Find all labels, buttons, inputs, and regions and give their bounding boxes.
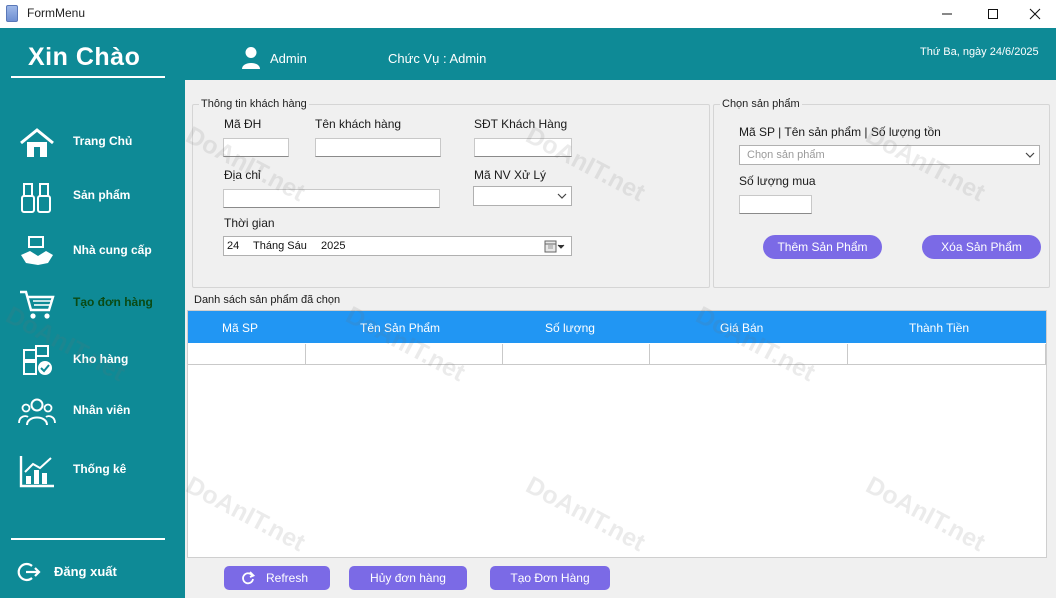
sidebar-item-create-order[interactable]: Tạo đơn hàng [0, 281, 185, 325]
logout-divider [11, 538, 165, 540]
logout-icon [17, 562, 41, 582]
sidebar-item-statistics[interactable]: Thống kê [0, 448, 185, 492]
close-button[interactable] [1012, 0, 1056, 28]
grid-cell[interactable] [503, 344, 650, 365]
product-select-label: Mã SP | Tên sản phẩm | Số lượng tồn [739, 125, 941, 139]
chevron-down-icon [557, 193, 567, 199]
address-input[interactable] [223, 189, 440, 208]
add-product-button[interactable]: Thêm Sản Phẩm [763, 235, 882, 259]
chart-icon [19, 456, 54, 488]
quantity-input[interactable] [739, 195, 812, 214]
usb-icon [21, 183, 51, 213]
selected-list-title: Danh sách sản phẩm đã chọn [194, 294, 341, 306]
logout-button[interactable]: Đăng xuất [14, 556, 174, 588]
calendar-icon[interactable] [544, 240, 566, 253]
grid-header: Mã SP Tên Sản Phẩm Số lượng Giá Bán Thàn… [188, 311, 1046, 343]
sidebar-item-label: Trang Chủ [73, 134, 133, 148]
staff-id-select[interactable] [473, 186, 572, 206]
date-month: Tháng Sáu [253, 240, 307, 252]
sidebar-item-staff[interactable]: Nhân viên [0, 389, 185, 433]
grid-cell[interactable] [650, 344, 848, 365]
role-label: Chức Vụ : Admin [388, 51, 487, 66]
customer-name-input[interactable] [315, 138, 441, 157]
quantity-label: Số lượng mua [739, 174, 816, 188]
sidebar-item-label: Sản phẩm [73, 188, 131, 202]
sidebar-item-label: Kho hàng [73, 352, 129, 366]
maximize-button[interactable] [970, 0, 1016, 28]
header-bar [0, 28, 1056, 80]
date-day: 24 [227, 240, 240, 252]
product-select-title: Chọn sản phẩm [722, 98, 800, 110]
user-icon [242, 47, 260, 69]
minimize-button[interactable] [924, 0, 970, 28]
column-header[interactable]: Tên Sản Phẩm [360, 321, 440, 335]
chevron-down-icon [1025, 152, 1035, 158]
staff-id-label: Mã NV Xử Lý [474, 168, 547, 182]
column-header[interactable]: Mã SP [222, 321, 258, 335]
refresh-icon [242, 571, 255, 585]
sidebar-item-label: Tạo đơn hàng [73, 295, 153, 309]
logout-label: Đăng xuất [54, 564, 117, 579]
order-id-label: Mã ĐH [224, 117, 262, 131]
cart-icon [20, 290, 55, 319]
customer-phone-label: SĐT Khách Hàng [474, 117, 568, 131]
sidebar-item-label: Nhân viên [73, 403, 131, 417]
greeting-title: Xin Chào [28, 43, 141, 71]
customer-info-title: Thông tin khách hàng [201, 98, 307, 110]
home-icon [20, 128, 54, 157]
date-year: 2025 [321, 240, 346, 252]
product-select-placeholder: Chọn sản phẩm [747, 149, 825, 161]
refresh-button[interactable]: Refresh [224, 566, 330, 590]
warehouse-icon [23, 345, 52, 375]
sidebar-item-label: Thống kê [73, 462, 127, 476]
sidebar-item-label: Nhà cung cấp [73, 243, 152, 257]
order-date-picker[interactable]: 24 Tháng Sáu 2025 [223, 236, 572, 256]
title-bar [0, 0, 1056, 28]
address-label: Địa chỉ [224, 168, 261, 182]
column-header[interactable]: Giá Bán [720, 321, 763, 335]
column-header[interactable]: Thành Tiền [909, 321, 969, 335]
sidebar-item-products[interactable]: Sản phẩm [0, 174, 185, 218]
people-icon [18, 398, 56, 426]
current-date: Thứ Ba, ngày 24/6/2025 [920, 46, 1039, 58]
admin-name: Admin [270, 51, 307, 66]
sidebar-item-home[interactable]: Trang Chủ [0, 120, 185, 164]
grid-cell[interactable] [848, 344, 1046, 365]
close-icon [1029, 8, 1041, 20]
grid-cell[interactable] [188, 344, 306, 365]
grid-cell[interactable] [306, 344, 503, 365]
column-header[interactable]: Số lượng [545, 321, 595, 335]
remove-product-button[interactable]: Xóa Sản Phẩm [922, 235, 1041, 259]
greeting-divider [11, 76, 165, 78]
window-title: FormMenu [27, 6, 86, 20]
customer-phone-input[interactable] [474, 138, 572, 157]
sidebar-item-suppliers[interactable]: Nhà cung cấp [0, 229, 185, 273]
app-icon [6, 5, 18, 22]
minimize-icon [942, 13, 952, 15]
sidebar-item-warehouse[interactable]: Kho hàng [0, 338, 185, 382]
order-id-input[interactable] [223, 138, 289, 157]
refresh-label: Refresh [266, 571, 309, 585]
product-select[interactable]: Chọn sản phẩm [739, 145, 1040, 165]
customer-name-label: Tên khách hàng [315, 117, 402, 131]
create-order-button[interactable]: Tạo Đơn Hàng [490, 566, 610, 590]
handshake-icon [21, 236, 53, 265]
cancel-order-button[interactable]: Hủy đơn hàng [349, 566, 467, 590]
maximize-icon [988, 9, 998, 19]
time-label: Thời gian [224, 216, 275, 230]
selected-products-grid[interactable]: Mã SP Tên Sản Phẩm Số lượng Giá Bán Thàn… [187, 310, 1047, 558]
